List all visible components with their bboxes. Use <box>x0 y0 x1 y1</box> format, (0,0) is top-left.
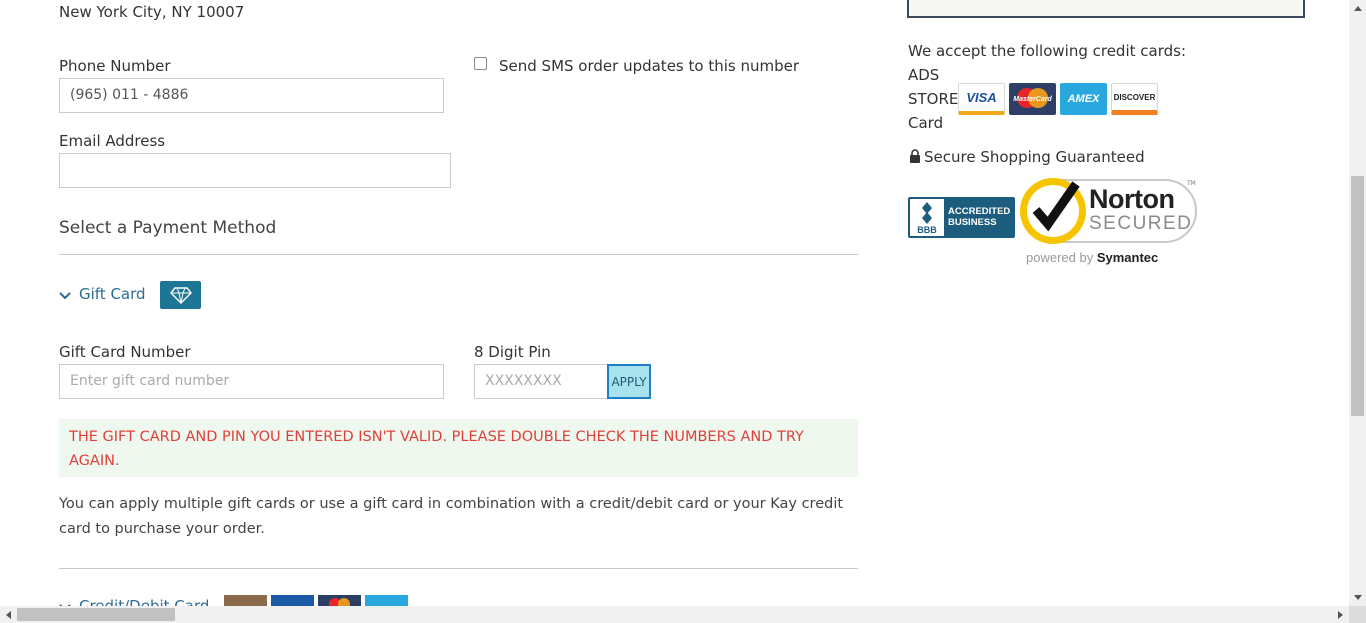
gift-card-toggle-label: Gift Card <box>79 285 146 303</box>
email-input[interactable] <box>59 153 451 188</box>
sms-checkbox[interactable] <box>474 57 487 70</box>
mastercard-logo: MasterCard <box>1009 83 1056 115</box>
lock-icon <box>909 148 921 163</box>
powered-by-text: powered by Symantec <box>1026 250 1158 265</box>
mastercard-icon <box>318 595 361 610</box>
kay-card-icon <box>224 595 267 606</box>
horizontal-scroll-thumb[interactable] <box>17 608 175 621</box>
gift-card-toggle[interactable]: Gift Card <box>59 283 146 305</box>
divider <box>59 254 858 255</box>
bbb-line2: BUSINESS <box>948 217 997 228</box>
divider <box>59 568 858 569</box>
discover-logo: DISCOVER <box>1111 83 1158 115</box>
card-word-line: STORE <box>908 90 959 108</box>
norton-secured: SECURED <box>1089 213 1193 234</box>
vertical-scrollbar[interactable] <box>1349 0 1366 606</box>
norton-tm: TM <box>1187 180 1196 187</box>
vertical-scroll-thumb[interactable] <box>1351 176 1364 416</box>
chevron-down-icon <box>59 285 71 304</box>
pin-input[interactable]: XXXXXXXX <box>474 364 608 399</box>
diamond-icon <box>160 281 201 309</box>
pin-label: 8 Digit Pin <box>474 343 551 361</box>
gift-card-error: THE GIFT CARD AND PIN YOU ENTERED ISN'T … <box>59 419 858 477</box>
phone-input[interactable]: (965) 011 - 4886 <box>59 78 444 113</box>
secure-shopping-text: Secure Shopping Guaranteed <box>924 148 1145 166</box>
mastercard-logo-text: MasterCard <box>1013 95 1052 103</box>
bbb-mark: BBB <box>917 225 937 235</box>
scrollbar-corner <box>1349 606 1366 623</box>
scroll-up-arrow-icon[interactable] <box>1349 0 1366 17</box>
scroll-left-arrow-icon[interactable] <box>0 606 17 623</box>
visa-logo: VISA <box>958 83 1005 115</box>
phone-label: Phone Number <box>59 57 171 75</box>
gift-card-number-input[interactable]: Enter gift card number <box>59 364 444 399</box>
amex-logo: AMEX <box>1060 83 1107 115</box>
bbb-badge: BBB ACCREDITED BUSINESS <box>908 197 1015 238</box>
powered-by-prefix: powered by <box>1026 250 1097 265</box>
amex-card-icon <box>365 595 408 606</box>
payment-heading: Select a Payment Method <box>59 218 277 238</box>
powered-by-brand: Symantec <box>1096 250 1159 265</box>
bbb-logo: BBB <box>910 199 944 236</box>
card-word-line: Card <box>908 114 944 132</box>
gift-card-info: You can apply multiple gift cards or use… <box>59 496 844 537</box>
bbb-line1: ACCREDITED <box>948 206 1011 217</box>
norton-check-icon <box>1020 178 1086 244</box>
accept-cards-text: We accept the following credit cards: <box>908 42 1187 60</box>
order-summary-box <box>907 0 1305 18</box>
horizontal-scrollbar[interactable] <box>0 606 1349 623</box>
sms-label[interactable]: Send SMS order updates to this number <box>499 57 799 75</box>
card-word-line: ADS <box>908 66 940 84</box>
gift-card-number-label: Gift Card Number <box>59 343 191 361</box>
address-line: New York City, NY 10007 <box>59 3 245 21</box>
scroll-down-arrow-icon[interactable] <box>1349 589 1366 606</box>
norton-title: Norton <box>1089 184 1175 214</box>
scroll-right-arrow-icon[interactable] <box>1332 606 1349 623</box>
apply-button[interactable]: APPLY <box>607 364 651 399</box>
email-label: Email Address <box>59 132 166 150</box>
visa-card-icon <box>271 595 314 606</box>
